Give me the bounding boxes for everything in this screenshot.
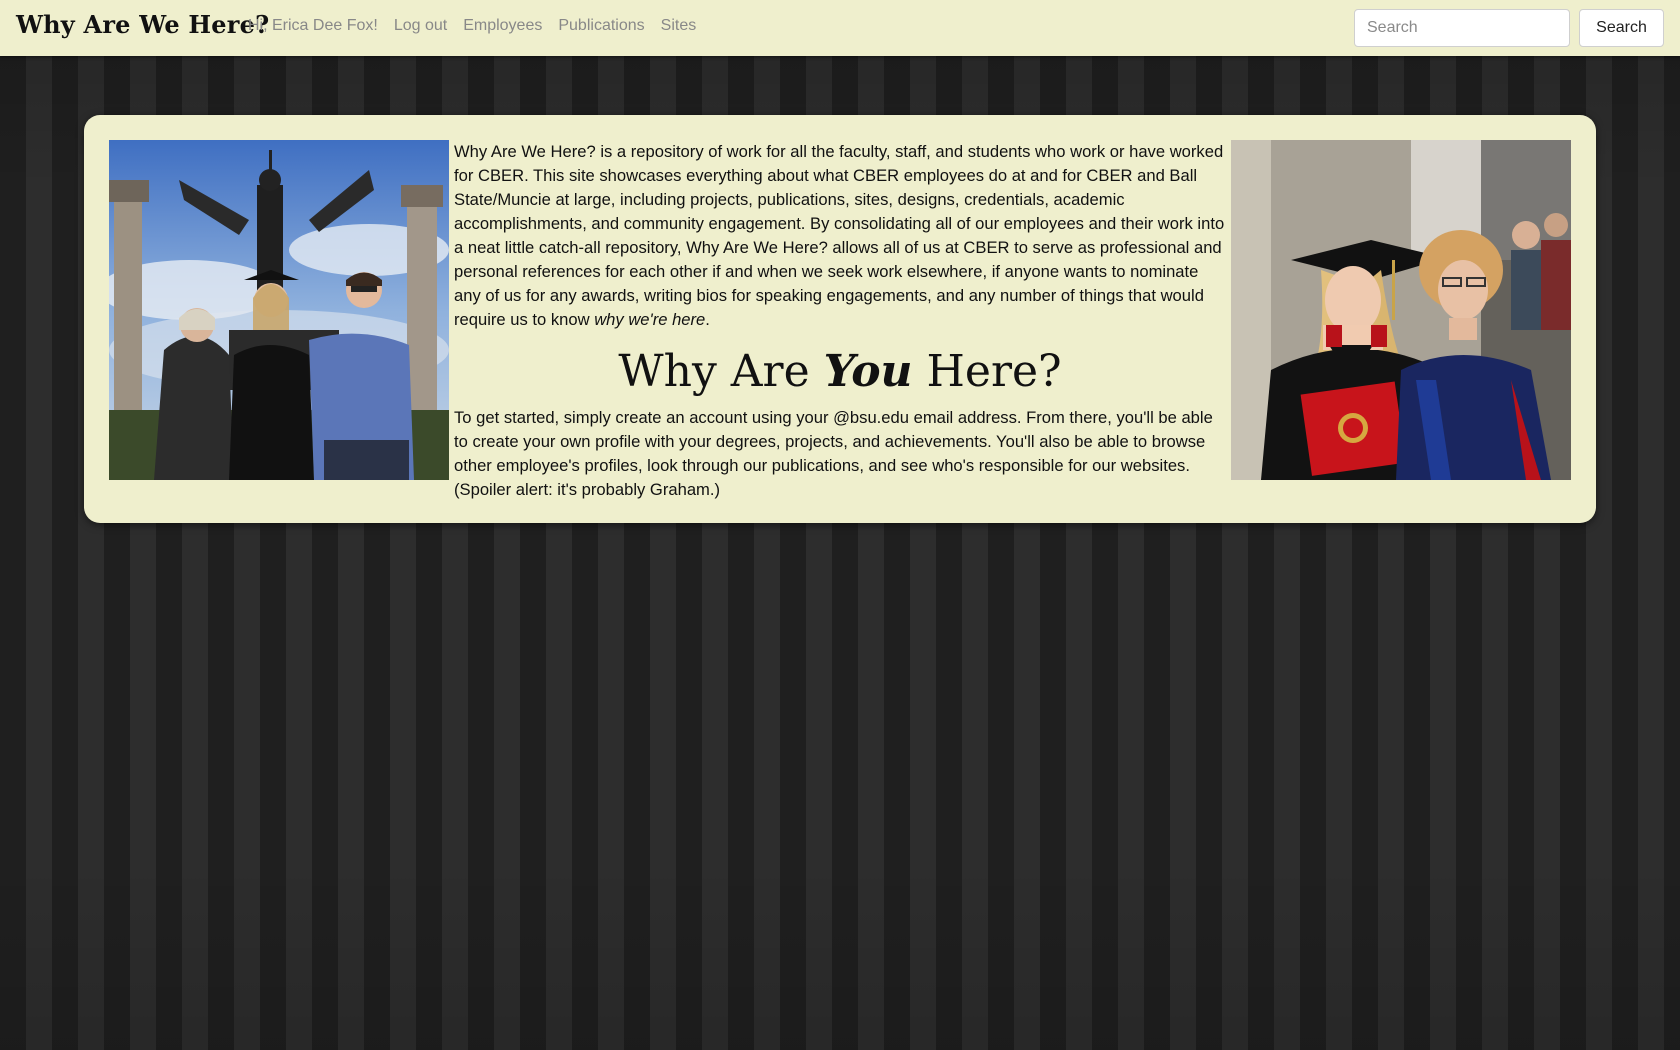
- top-navbar: Why Are We Here? Hi, Erica Dee Fox! Log …: [0, 0, 1680, 56]
- intro-paragraph: Why Are We Here? is a repository of work…: [454, 140, 1226, 332]
- search-button[interactable]: Search: [1579, 9, 1664, 47]
- site-brand[interactable]: Why Are We Here?: [16, 10, 269, 39]
- graduate-portrait-photo: [1231, 140, 1571, 480]
- nav-link-log-out[interactable]: Log out: [394, 17, 447, 35]
- intro-end: .: [705, 310, 710, 329]
- search-input[interactable]: [1354, 9, 1570, 47]
- nav-links: Hi, Erica Dee Fox! Log out Employees Pub…: [248, 17, 712, 35]
- intro-text: Why Are We Here? is a repository of work…: [454, 142, 1225, 329]
- intro-emphasis: why we're here: [594, 310, 706, 329]
- heading-after: Here?: [912, 346, 1062, 397]
- intro-content: Why Are We Here? is a repository of work…: [454, 140, 1226, 502]
- intro-panel: Why Are We Here? is a repository of work…: [84, 115, 1596, 523]
- nav-link-publications[interactable]: Publications: [558, 17, 644, 35]
- nav-link-sites[interactable]: Sites: [661, 17, 697, 35]
- nav-link-employees[interactable]: Employees: [463, 17, 542, 35]
- heading-emphasis: You: [823, 346, 913, 397]
- getting-started-paragraph: To get started, simply create an account…: [454, 408, 1213, 499]
- nav-link-greeting[interactable]: Hi, Erica Dee Fox!: [248, 17, 378, 35]
- page-subheading: Why Are You Here?: [454, 346, 1226, 398]
- heading-before: Why Are: [618, 346, 824, 397]
- group-graduation-photo: [109, 140, 449, 480]
